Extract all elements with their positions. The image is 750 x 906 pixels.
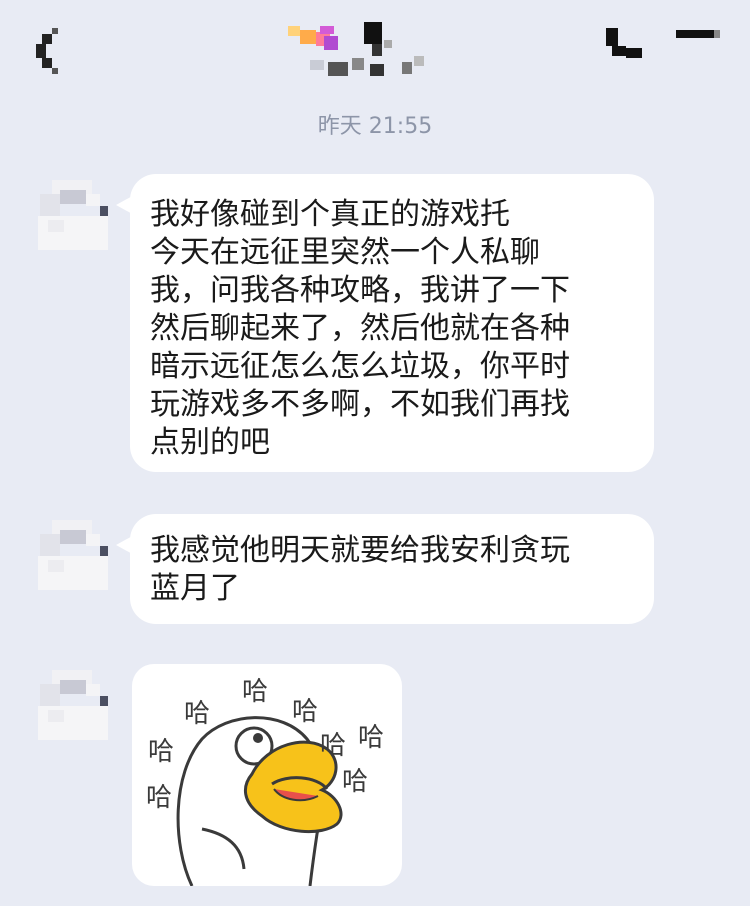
message-bubble[interactable]: 我感觉他明天就要给我安利贪玩 蓝月了 [130, 514, 654, 624]
phone-icon[interactable] [604, 26, 646, 62]
avatar[interactable] [38, 670, 110, 742]
message-text-line: 蓝月了 [150, 571, 240, 606]
message-text-line: 暗示远征怎么怎么垃圾，你平时 [150, 349, 570, 384]
sticker-text: 哈 [184, 699, 210, 729]
message-text-line: 我，问我各种攻略，我讲了一下 [150, 273, 570, 308]
sticker-text: 哈 [146, 783, 172, 813]
avatar[interactable] [38, 180, 110, 252]
avatar[interactable] [38, 520, 110, 592]
chevron-left-icon[interactable] [36, 28, 66, 74]
contact-name-obscured [288, 22, 424, 76]
message-bubble[interactable]: 我好像碰到个真正的游戏托 今天在远征里突然一个人私聊 我，问我各种攻略，我讲了一… [130, 174, 654, 472]
message-text-line: 然后聊起来了，然后他就在各种 [150, 311, 570, 346]
sticker-text: 哈 [342, 767, 368, 797]
sticker-text: 哈 [242, 677, 268, 707]
message-text-line: 今天在远征里突然一个人私聊 [150, 235, 540, 270]
sticker-text: 哈 [292, 697, 318, 727]
menu-icon[interactable] [676, 26, 720, 42]
laughing-duck-sticker-icon: 哈 哈 哈 哈 哈 哈 哈 哈 [146, 677, 384, 886]
sticker-text: 哈 [148, 737, 174, 767]
message-text-line: 点别的吧 [150, 425, 270, 460]
message-text-line: 我好像碰到个真正的游戏托 [150, 197, 510, 232]
sticker-text: 哈 [358, 723, 384, 753]
message-text-line: 我感觉他明天就要给我安利贪玩 [150, 533, 570, 568]
message-timestamp: 昨天 21:55 [317, 114, 433, 139]
sticker-text: 哈 [320, 731, 346, 761]
chat-header [0, 0, 750, 100]
sticker-message[interactable]: 哈 哈 哈 哈 哈 哈 哈 哈 [132, 664, 402, 886]
message-text-line: 玩游戏多不多啊，不如我们再找 [150, 387, 570, 422]
